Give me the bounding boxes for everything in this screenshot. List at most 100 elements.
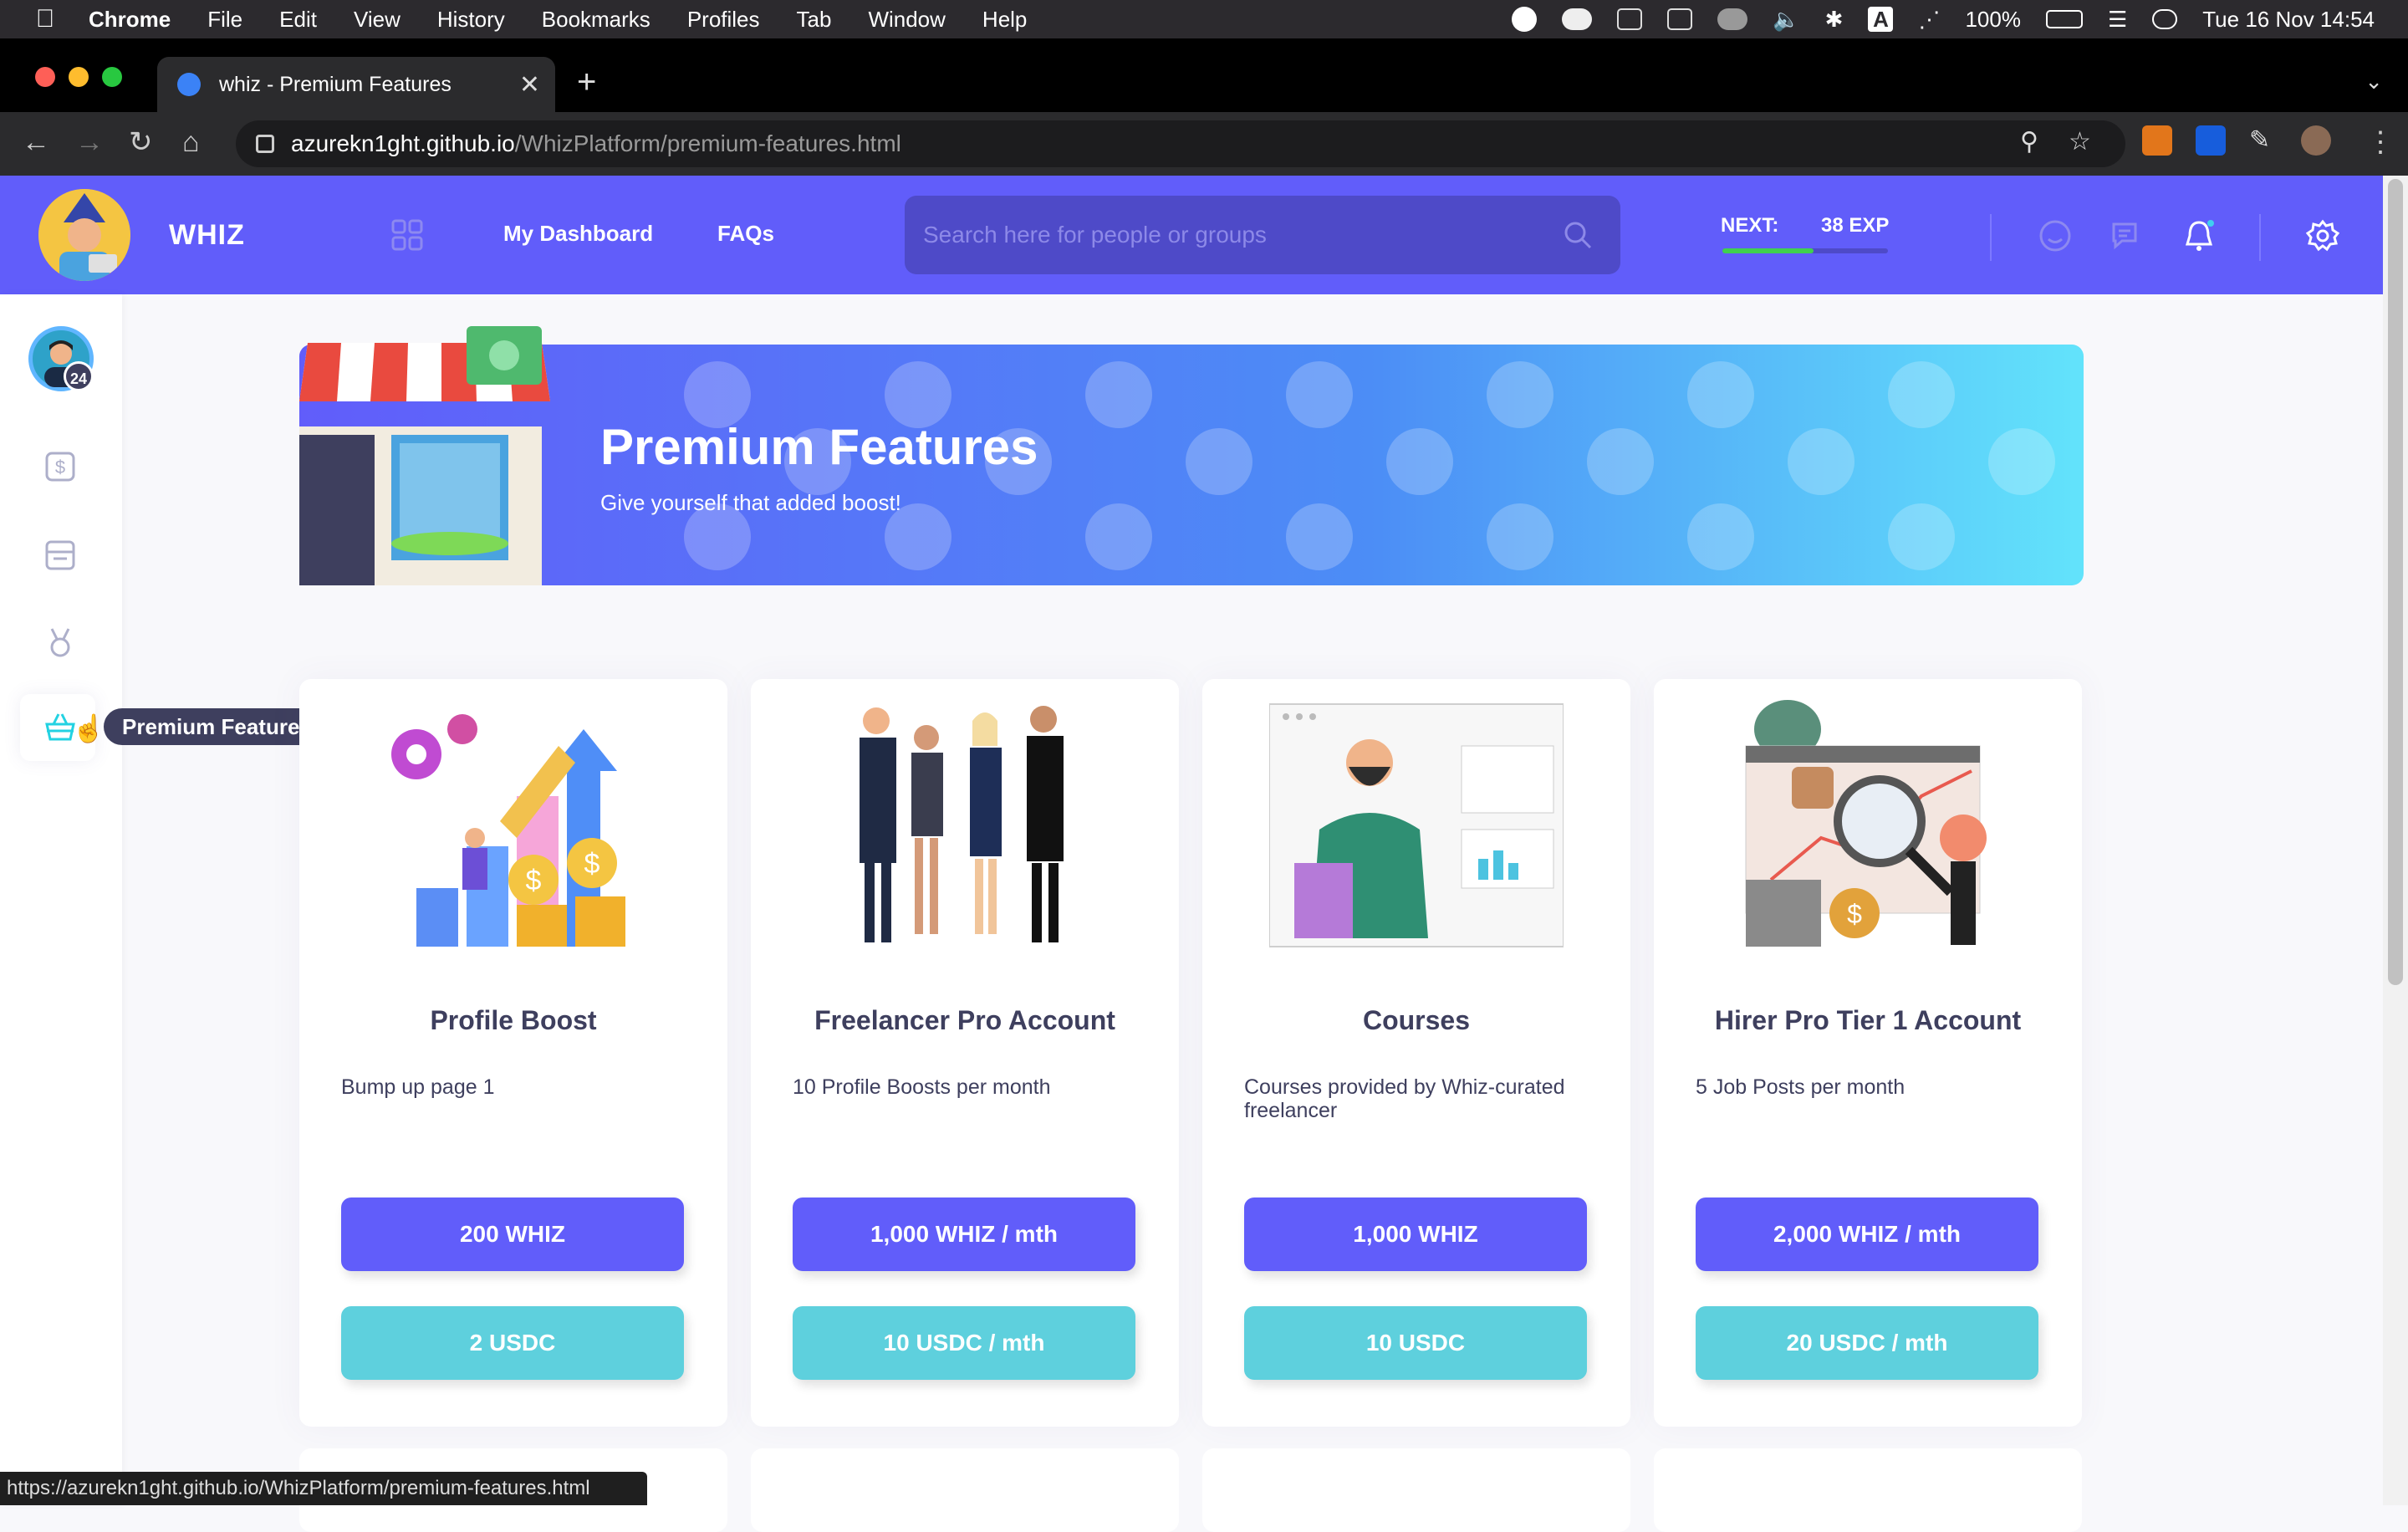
menu-tab[interactable]: Tab bbox=[797, 7, 832, 33]
banner-faces-pattern bbox=[684, 361, 2055, 570]
sidebar-tooltip: Premium Features bbox=[104, 708, 330, 745]
svg-text:$: $ bbox=[584, 848, 600, 880]
card-title: Freelancer Pro Account bbox=[814, 1005, 1115, 1035]
settings-gear-icon[interactable] bbox=[2306, 219, 2339, 253]
tab-search-icon[interactable]: ⌄ bbox=[2365, 69, 2383, 94]
tab-close-icon[interactable]: ✕ bbox=[519, 70, 540, 100]
reload-icon[interactable]: ↻ bbox=[129, 125, 153, 159]
header-divider bbox=[1990, 214, 1992, 261]
buy-usdc-button[interactable]: 10 USDC bbox=[1244, 1306, 1587, 1380]
menu-profiles[interactable]: Profiles bbox=[687, 7, 760, 33]
lock-icon[interactable] bbox=[256, 135, 274, 153]
clock[interactable]: Tue 16 Nov 14:54 bbox=[2202, 7, 2375, 33]
feature-card-courses: Courses Courses provided by Whiz-curated… bbox=[1202, 679, 1630, 1427]
apple-icon[interactable]:  bbox=[32, 6, 59, 33]
search-input[interactable]: Search here for people or groups bbox=[905, 196, 1620, 274]
search-icon[interactable] bbox=[1562, 219, 1594, 251]
buy-usdc-button[interactable]: 2 USDC bbox=[341, 1306, 684, 1380]
marketplace-icon[interactable] bbox=[43, 539, 77, 572]
weather-icon[interactable] bbox=[1717, 8, 1748, 30]
new-tab-button[interactable]: + bbox=[577, 64, 596, 101]
exp-progress-fill bbox=[1722, 248, 1814, 253]
card-description: Bump up page 1 bbox=[341, 1075, 495, 1099]
buy-usdc-button[interactable]: 20 USDC / mth bbox=[1696, 1306, 2038, 1380]
nav-faqs[interactable]: FAQs bbox=[717, 221, 774, 247]
page-subtitle: Give yourself that added boost! bbox=[600, 490, 901, 515]
wallet-dollar-icon[interactable]: $ bbox=[43, 450, 77, 483]
activity-icon[interactable]: ⋰ bbox=[1918, 7, 1940, 33]
buy-whiz-button[interactable]: 200 WHIZ bbox=[341, 1198, 684, 1271]
hirer-pro-illustration: $ bbox=[1745, 700, 1987, 947]
bluetooth-icon[interactable]: ✱ bbox=[1825, 7, 1844, 33]
menu-view[interactable]: View bbox=[354, 7, 400, 33]
home-icon[interactable]: ⌂ bbox=[182, 125, 200, 159]
window-zoom-button[interactable] bbox=[102, 67, 122, 87]
url-host: azurekn1ght.github.io bbox=[291, 130, 515, 156]
wifi-icon[interactable]: ☰ bbox=[2108, 7, 2127, 33]
logo-image[interactable] bbox=[38, 189, 130, 281]
control-center-icon[interactable] bbox=[2152, 9, 2178, 29]
window-close-button[interactable] bbox=[35, 67, 55, 87]
buy-whiz-button[interactable]: 1,000 WHIZ / mth bbox=[793, 1198, 1135, 1271]
menu-file[interactable]: File bbox=[207, 7, 242, 33]
feature-card-partial bbox=[1202, 1448, 1630, 1532]
forward-icon[interactable]: → bbox=[75, 125, 104, 159]
bookmark-star-icon[interactable]: ☆ bbox=[2069, 127, 2091, 156]
menu-help[interactable]: Help bbox=[982, 7, 1027, 33]
menu-window[interactable]: Window bbox=[868, 7, 945, 33]
menu-app-name[interactable]: Chrome bbox=[89, 7, 171, 33]
header-divider bbox=[2259, 214, 2261, 261]
card-title: Courses bbox=[1362, 1005, 1471, 1035]
nav-my-dashboard[interactable]: My Dashboard bbox=[503, 221, 653, 247]
link-status-bar: https://azurekn1ght.github.io/WhizPlatfo… bbox=[0, 1472, 647, 1505]
menu-history[interactable]: History bbox=[437, 7, 505, 33]
feature-card-hirer-pro-tier-1: $ Hirer Pro Tier 1 Account 5 Job Posts p… bbox=[1654, 679, 2082, 1427]
feature-card-partial bbox=[1654, 1448, 2082, 1532]
page-title: Premium Features bbox=[600, 419, 1038, 475]
svg-text:$: $ bbox=[526, 865, 542, 896]
notifications-bell-icon[interactable] bbox=[2182, 219, 2216, 253]
page-banner bbox=[299, 345, 2084, 585]
photo-icon[interactable] bbox=[1617, 8, 1643, 30]
browser-menu-icon[interactable]: ⋮ bbox=[2366, 125, 2395, 159]
record-icon[interactable] bbox=[1512, 7, 1538, 32]
extensions-puzzle-icon[interactable]: ✎ bbox=[2249, 125, 2279, 156]
back-icon[interactable]: ← bbox=[22, 125, 50, 159]
metamask-extension-icon[interactable] bbox=[2142, 125, 2172, 156]
window-minimize-button[interactable] bbox=[69, 67, 89, 87]
browser-tab[interactable]: whiz - Premium Features ✕ bbox=[157, 57, 555, 112]
svg-text:$: $ bbox=[1847, 899, 1862, 929]
buy-whiz-button[interactable]: 1,000 WHIZ bbox=[1244, 1198, 1587, 1271]
smiley-icon[interactable] bbox=[2038, 219, 2072, 253]
medal-icon[interactable] bbox=[43, 626, 77, 659]
card-description: 5 Job Posts per month bbox=[1696, 1075, 1905, 1099]
cloud-icon[interactable] bbox=[1562, 8, 1593, 30]
zoom-icon[interactable]: ⚲ bbox=[2020, 127, 2038, 156]
exp-progress-bar bbox=[1722, 248, 1888, 253]
favicon-icon bbox=[177, 73, 201, 96]
menu-bookmarks[interactable]: Bookmarks bbox=[542, 7, 650, 33]
battery-percent: 100% bbox=[1965, 6, 2021, 32]
mouse-cursor-icon: ☝ bbox=[72, 713, 105, 743]
page-scrollbar-thumb[interactable] bbox=[2388, 179, 2403, 985]
calendar-icon[interactable] bbox=[1667, 8, 1693, 30]
grid-menu-icon[interactable] bbox=[391, 219, 423, 251]
address-bar[interactable]: azurekn1ght.github.io/WhizPlatform/premi… bbox=[236, 120, 2125, 167]
battery-icon[interactable] bbox=[2045, 10, 2083, 28]
card-description: Courses provided by Whiz-curated freelan… bbox=[1244, 1075, 1565, 1122]
bitwarden-extension-icon[interactable] bbox=[2196, 125, 2226, 156]
profile-avatar[interactable] bbox=[2301, 125, 2331, 156]
profile-boost-illustration: $ $ bbox=[391, 714, 625, 947]
keyboard-input-icon[interactable]: A bbox=[1868, 7, 1894, 32]
logo-text[interactable]: WHIZ bbox=[169, 219, 245, 252]
feature-card-freelancer-pro: Freelancer Pro Account 10 Profile Boosts… bbox=[751, 679, 1179, 1427]
exp-next-value: 38 EXP bbox=[1821, 214, 1890, 237]
storefront-illustration bbox=[299, 326, 550, 585]
menu-edit[interactable]: Edit bbox=[279, 7, 317, 33]
volume-icon[interactable]: 🔈 bbox=[1773, 7, 1799, 33]
buy-usdc-button[interactable]: 10 USDC / mth bbox=[793, 1306, 1135, 1380]
messages-icon[interactable] bbox=[2110, 219, 2144, 253]
user-level-badge: 24 bbox=[64, 361, 94, 391]
card-title: Hirer Pro Tier 1 Account bbox=[1714, 1005, 2022, 1035]
buy-whiz-button[interactable]: 2,000 WHIZ / mth bbox=[1696, 1198, 2038, 1271]
